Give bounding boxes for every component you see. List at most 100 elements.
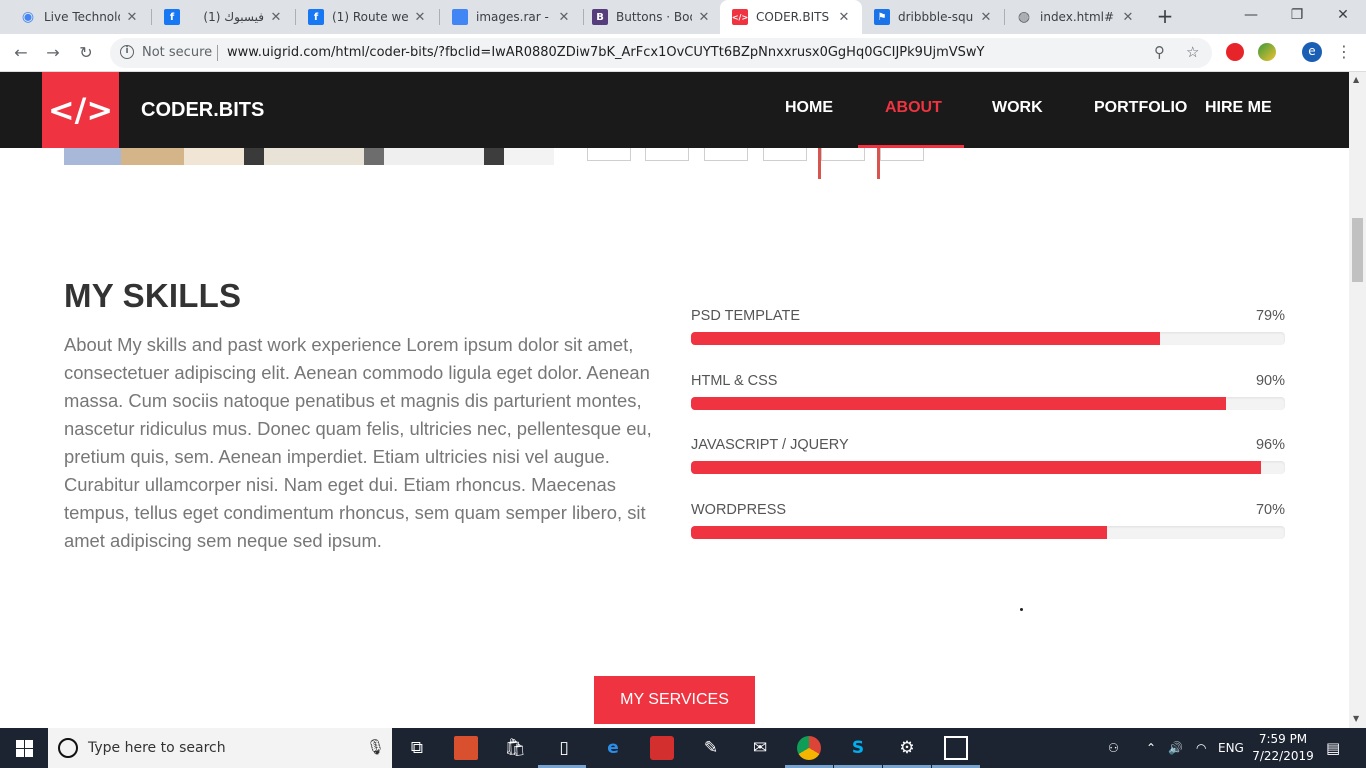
facebook-icon: f [164, 9, 180, 25]
skill-label: JAVASCRIPT / JQUERY [691, 437, 849, 453]
chrome-icon[interactable] [797, 736, 821, 760]
social-link-box[interactable] [645, 148, 689, 161]
edge-icon[interactable]: e [601, 736, 625, 760]
facebook-icon: f [308, 9, 324, 25]
progress-fill [691, 397, 1226, 410]
progress-track [691, 332, 1285, 345]
progress-track [691, 526, 1285, 539]
mail-icon[interactable]: ✉ [748, 736, 772, 760]
browser-tab[interactable]: ◉ Live Technolog ✕ [8, 0, 150, 34]
nav-home[interactable]: HOME [785, 99, 833, 117]
profile-avatar[interactable]: e [1302, 42, 1322, 62]
close-tab-icon[interactable]: ✕ [1120, 10, 1136, 25]
skill-percent: 90% [1255, 373, 1285, 389]
microphone-icon[interactable]: 🎙 [366, 738, 385, 756]
my-services-button[interactable]: MY SERVICES [594, 676, 755, 724]
forward-button[interactable]: → [40, 40, 66, 66]
skype-icon[interactable]: S [846, 736, 870, 760]
volume-icon[interactable]: 🔊 [1168, 728, 1183, 768]
scroll-up-icon[interactable]: ▲ [1353, 75, 1359, 84]
input-language[interactable]: ENG [1218, 728, 1244, 768]
file-icon[interactable]: ▯ [552, 736, 576, 760]
progress-fill [691, 461, 1262, 474]
scroll-down-icon[interactable]: ▼ [1353, 714, 1359, 723]
skills-description: About My skills and past work experience… [64, 334, 652, 551]
close-window-button[interactable]: ✕ [1320, 0, 1366, 30]
skill-label: HTML & CSS [691, 373, 778, 389]
profile-photo [64, 148, 554, 165]
nav-portfolio[interactable]: PORTFOLIO [1094, 99, 1187, 117]
settings-icon[interactable]: ⚙ [895, 736, 919, 760]
reload-button[interactable]: ↻ [73, 40, 99, 66]
close-tab-icon[interactable]: ✕ [978, 10, 994, 25]
close-tab-icon[interactable]: ✕ [696, 10, 712, 25]
social-link-box[interactable] [763, 148, 807, 161]
bootstrap-icon: B [592, 9, 608, 25]
address-bar[interactable]: i Not secure www.uigrid.com/html/coder-b… [110, 38, 1212, 68]
browser-tab[interactable]: f (1) فيسبوك ✕ [152, 0, 294, 34]
people-icon[interactable]: ⚇ [1108, 728, 1119, 768]
show-hidden-icons[interactable]: ⌃ [1146, 728, 1156, 768]
progress-track [691, 461, 1285, 474]
extension-icon[interactable] [1258, 43, 1276, 61]
close-tab-icon[interactable]: ✕ [268, 10, 284, 25]
adblock-extension-icon[interactable] [1226, 43, 1244, 61]
close-tab-icon[interactable]: ✕ [556, 10, 572, 25]
back-button[interactable]: ← [8, 40, 34, 66]
minimize-button[interactable]: — [1228, 0, 1274, 30]
browser-tab[interactable]: B Buttons · Boots ✕ [580, 0, 722, 34]
zoom-icon[interactable]: ⚲ [1154, 43, 1165, 61]
browser-tab[interactable]: ⚑ dribbble-squar ✕ [862, 0, 1004, 34]
nav-hire-me[interactable]: HIRE ME [1205, 99, 1272, 117]
bookmark-star-icon[interactable]: ☆ [1186, 43, 1199, 61]
office-icon[interactable] [454, 736, 478, 760]
social-link-box[interactable] [821, 148, 865, 161]
task-view-icon[interactable]: ⧉ [405, 736, 429, 760]
search-placeholder: Type here to search [88, 740, 226, 756]
system-clock[interactable]: 7:59 PM 7/22/2019 [1252, 731, 1314, 765]
skill-label: WORDPRESS [691, 502, 787, 518]
decor-line [818, 148, 821, 179]
url-text[interactable]: www.uigrid.com/html/coder-bits/?fbclid=I… [227, 45, 984, 60]
browser-tab-active[interactable]: </> CODER.BITS - I ✕ [720, 0, 862, 34]
drive-file-icon [452, 9, 468, 25]
page-viewport: </> CODER.BITS HOME ABOUT WORK PORTFOLIO… [0, 72, 1349, 728]
close-tab-icon[interactable]: ✕ [836, 10, 852, 25]
browser-menu-icon[interactable]: ⋮ [1336, 42, 1352, 62]
notifications-icon[interactable]: ▤ [1326, 728, 1340, 768]
site-header: </> CODER.BITS HOME ABOUT WORK PORTFOLIO… [0, 72, 1349, 148]
skill-percent: 70% [1255, 502, 1285, 518]
skill-label: PSD TEMPLATE [691, 308, 801, 324]
browser-tab[interactable]: images.rar - Go ✕ [440, 0, 582, 34]
social-link-box[interactable] [880, 148, 924, 161]
nav-active-indicator [858, 145, 964, 148]
info-icon[interactable]: i [120, 45, 134, 59]
close-tab-icon[interactable]: ✕ [124, 10, 140, 25]
code-brackets-icon[interactable]: </> [42, 72, 119, 148]
restore-button[interactable]: ❐ [1274, 0, 1320, 30]
new-tab-button[interactable]: + [1154, 6, 1176, 28]
browser-tab[interactable]: ◍ index.html# ✕ [1004, 0, 1146, 34]
mouse-cursor [1020, 608, 1023, 611]
windows-start-icon[interactable] [0, 728, 48, 768]
eye-icon: ◉ [21, 9, 35, 25]
taskbar: Type here to search 🎙 ⧉ 🛍 ▯ e ✎ ✉ S ⚙ ⚇ … [0, 728, 1366, 768]
reader-icon[interactable] [650, 736, 674, 760]
social-link-box[interactable] [704, 148, 748, 161]
close-tab-icon[interactable]: ✕ [412, 10, 428, 25]
paint-icon[interactable]: ✎ [699, 736, 723, 760]
store-icon[interactable]: 🛍 [503, 736, 527, 760]
nav-work[interactable]: WORK [992, 99, 1043, 117]
scroll-thumb[interactable] [1352, 218, 1363, 282]
browser-tab[interactable]: f (1) Route web ✕ [296, 0, 438, 34]
decor-line [877, 148, 880, 179]
browser-toolbar: ← → ↻ i Not secure www.uigrid.com/html/c… [0, 34, 1366, 72]
security-label: Not secure [142, 45, 213, 60]
app-icon[interactable] [944, 736, 968, 760]
social-link-box[interactable] [587, 148, 631, 161]
page-scrollbar[interactable]: ▲ ▼ [1349, 72, 1366, 728]
nav-about[interactable]: ABOUT [885, 99, 942, 117]
wifi-icon[interactable]: ◠ [1196, 728, 1206, 768]
brand-name[interactable]: CODER.BITS [141, 99, 264, 122]
taskbar-search[interactable]: Type here to search 🎙 [48, 728, 392, 768]
